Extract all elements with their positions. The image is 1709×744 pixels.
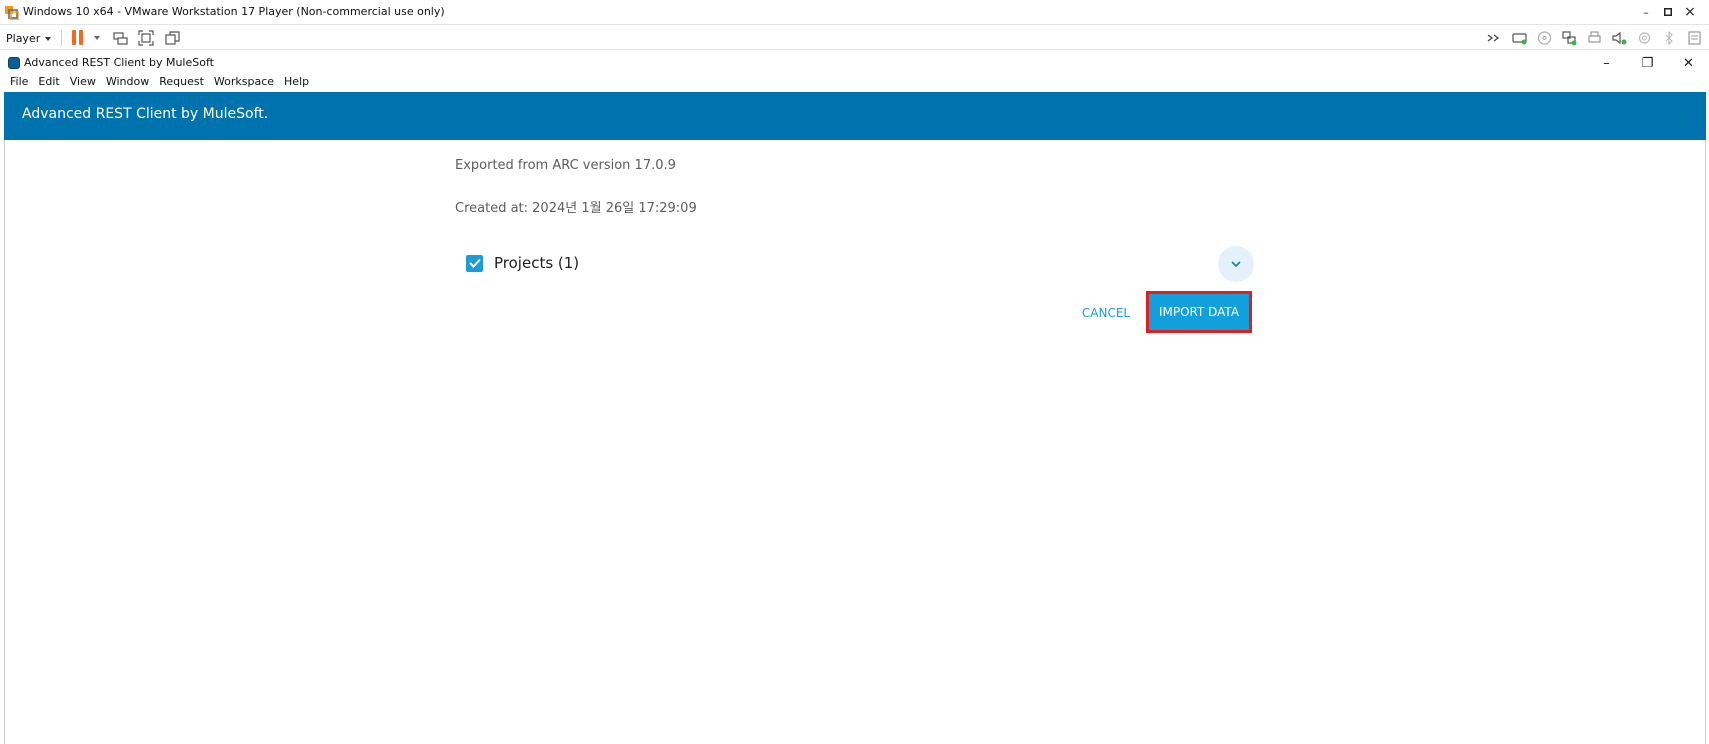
vmware-window-title: Windows 10 x64 - VMware Workstation 17 P…: [23, 5, 445, 18]
app-close-button[interactable]: ✕: [1668, 51, 1709, 75]
sound-card-icon[interactable]: [1611, 30, 1628, 46]
network-adapter-icon[interactable]: [1561, 30, 1578, 46]
cd-dvd-icon[interactable]: [1536, 30, 1553, 46]
send-ctrl-alt-del-icon[interactable]: [112, 30, 128, 46]
camera-icon[interactable]: [1636, 30, 1653, 46]
app-header: Advanced REST Client by MuleSoft.: [4, 92, 1706, 140]
menu-request[interactable]: Request: [154, 73, 209, 91]
menu-view[interactable]: View: [65, 73, 101, 91]
toolbar-divider: [61, 30, 62, 46]
menu-help[interactable]: Help: [279, 73, 314, 91]
app-restore-button[interactable]: ❐: [1627, 51, 1668, 75]
forward-arrows-icon[interactable]: [1486, 30, 1503, 46]
printer-icon[interactable]: [1586, 30, 1603, 46]
export-version-text: Exported from ARC version 17.0.9: [455, 158, 676, 173]
pause-icon[interactable]: [72, 30, 84, 45]
unity-mode-icon[interactable]: [165, 30, 181, 46]
vmware-close-button[interactable]: ×: [1679, 3, 1701, 21]
player-menu-label: Player: [6, 31, 41, 45]
menu-window[interactable]: Window: [101, 73, 154, 91]
full-screen-icon[interactable]: [138, 30, 154, 46]
menu-workspace[interactable]: Workspace: [209, 73, 279, 91]
menu-file[interactable]: File: [5, 73, 33, 91]
vmware-title-bar: Windows 10 x64 - VMware Workstation 17 P…: [0, 0, 1709, 24]
vmware-logo-icon: [5, 6, 19, 20]
arc-app-icon: [8, 57, 20, 69]
app-title-bar: [0, 51, 1709, 70]
menu-edit[interactable]: Edit: [33, 73, 64, 91]
player-menu-button[interactable]: Player: [6, 29, 52, 47]
check-icon: [468, 258, 481, 268]
bluetooth-icon[interactable]: [1661, 30, 1678, 46]
projects-row: Projects (1): [466, 254, 579, 272]
app-menu-bar: File Edit View Window Request Workspace …: [5, 73, 314, 91]
expand-projects-button[interactable]: [1218, 246, 1254, 282]
vmware-toolbar: Player: [0, 24, 1709, 50]
message-log-icon[interactable]: [1686, 30, 1703, 46]
app-minimize-button[interactable]: –: [1586, 51, 1627, 75]
import-data-button[interactable]: IMPORT DATA: [1146, 291, 1252, 333]
pause-options-caret-icon[interactable]: [94, 36, 100, 40]
chevron-down-icon: [1231, 260, 1241, 267]
vmware-maximize-button[interactable]: [1657, 3, 1679, 21]
maximize-icon: [1664, 8, 1672, 16]
header-title: Advanced REST Client by MuleSoft.: [22, 106, 269, 122]
chevron-down-icon: [45, 36, 52, 41]
vmware-minimize-button[interactable]: –: [1635, 3, 1657, 21]
app-frame-left-border: [4, 140, 5, 744]
projects-checkbox[interactable]: [466, 254, 483, 272]
created-at-text: Created at: 2024년 1월 26일 17:29:09: [455, 201, 697, 216]
app-frame-right-border: [1705, 140, 1706, 744]
hard-disk-icon[interactable]: [1511, 30, 1528, 46]
cancel-button[interactable]: CANCEL: [1076, 302, 1136, 324]
app-window-title: Advanced REST Client by MuleSoft: [24, 56, 214, 69]
projects-label: Projects (1): [494, 254, 580, 272]
